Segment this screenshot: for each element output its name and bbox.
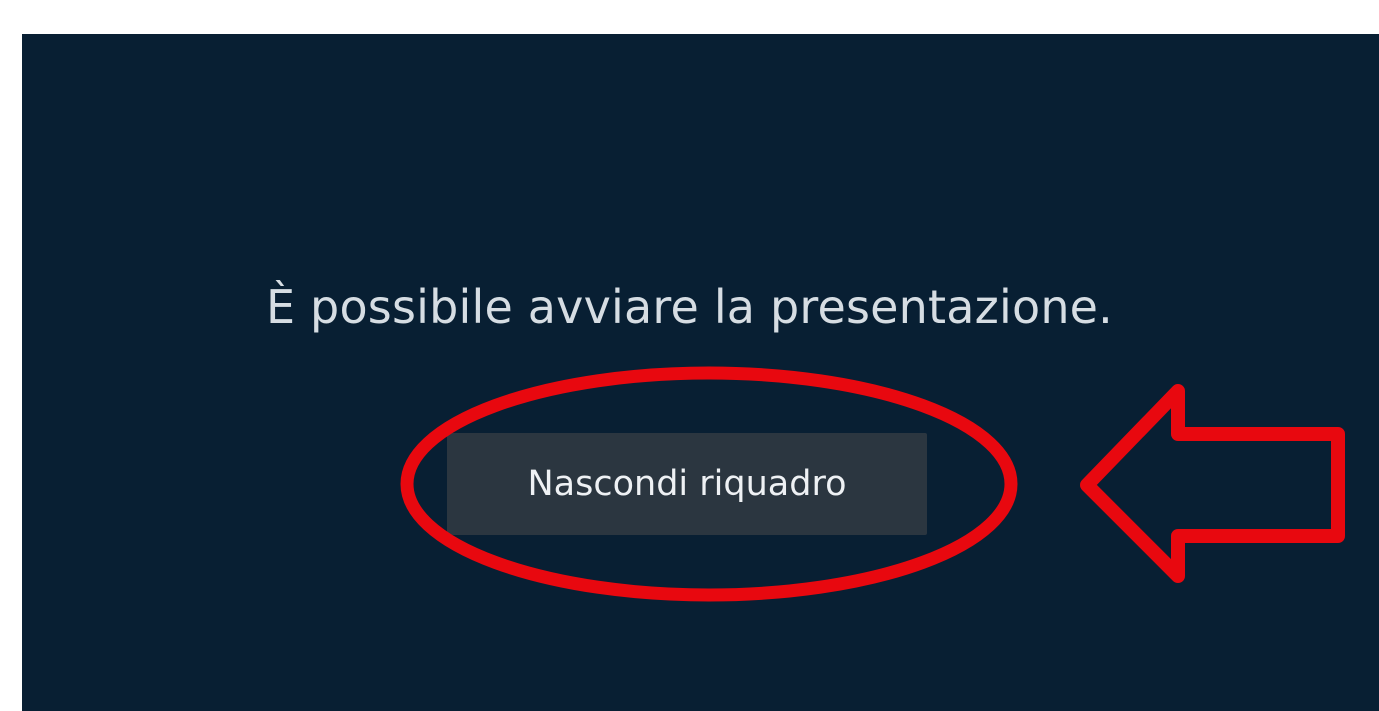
presentation-pane: [22, 34, 1379, 711]
hide-pane-button[interactable]: Nascondi riquadro: [447, 433, 927, 535]
ready-to-present-message: È possibile avviare la presentazione.: [265, 280, 1114, 334]
screenshot-canvas: È possibile avviare la presentazione. Na…: [0, 0, 1379, 711]
